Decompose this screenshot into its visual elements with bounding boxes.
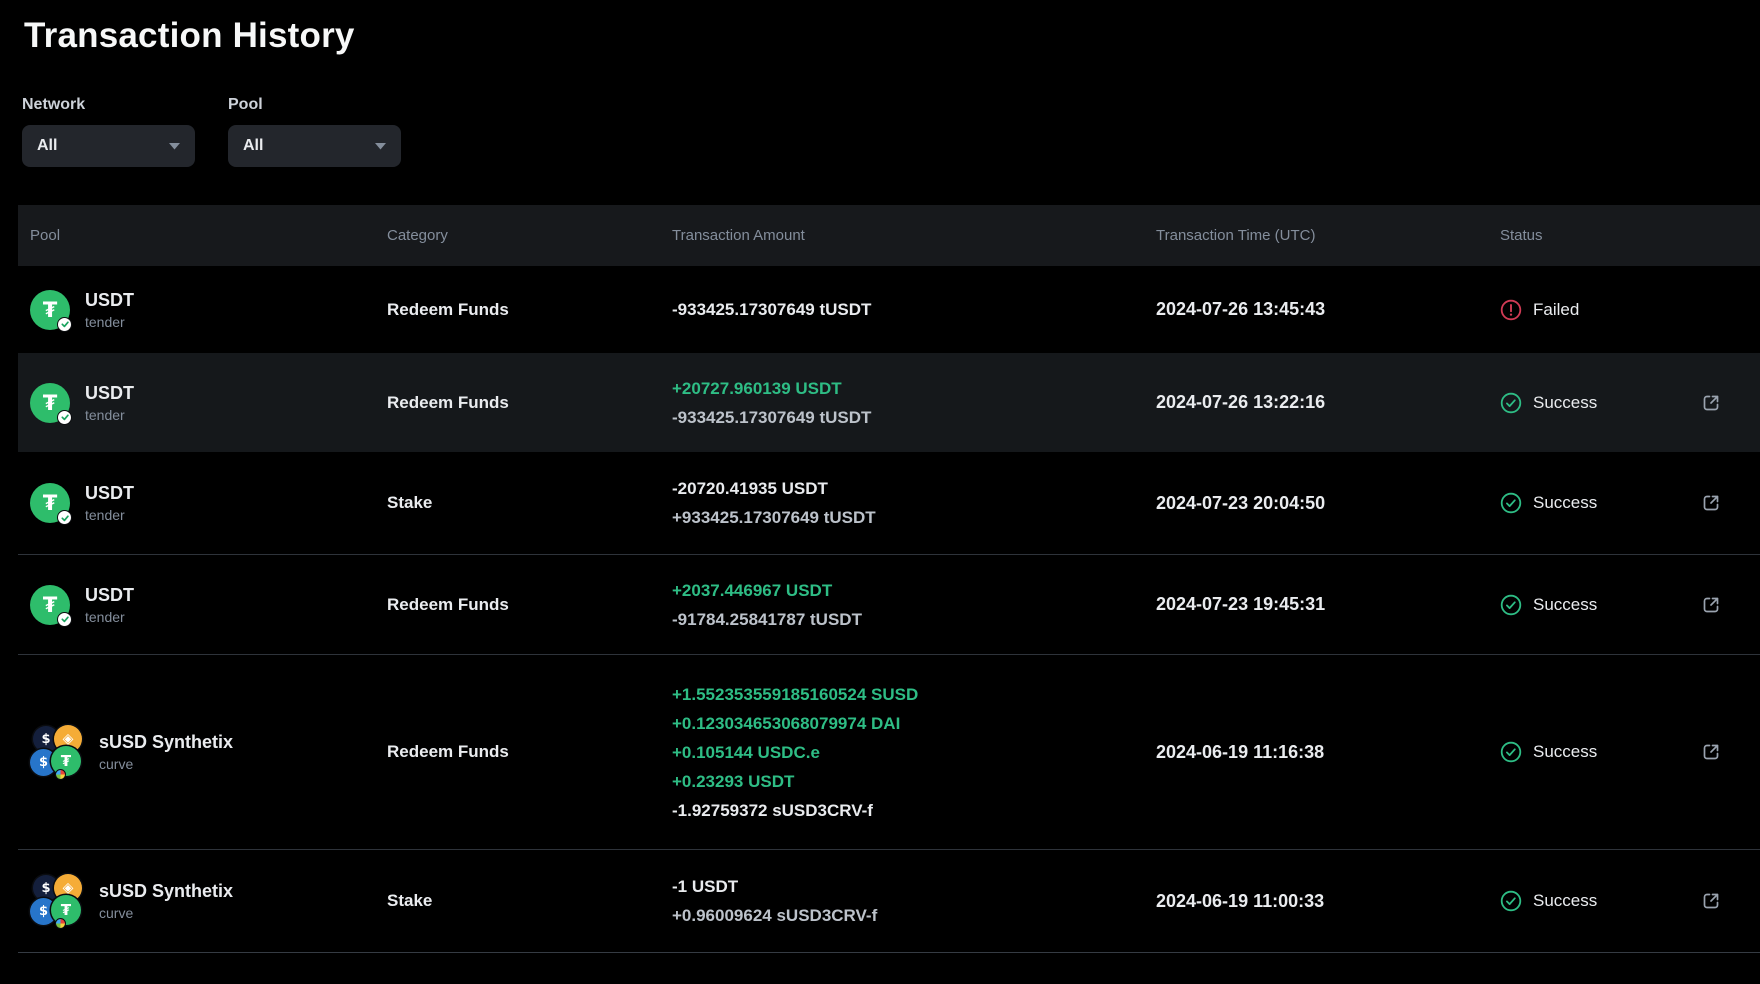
filters-bar: Network All Pool All [22, 96, 1760, 167]
tether-glyph: ₮ [43, 593, 58, 617]
success-icon [1500, 594, 1522, 616]
pool-platform: curve [99, 756, 233, 772]
category: Redeem Funds [387, 595, 672, 615]
amount-line: -91784.25841787 tUSDT [672, 605, 1156, 634]
usdt-coin-icon: ₮ [30, 383, 70, 423]
category: Redeem Funds [387, 742, 672, 762]
curve-badge-icon [55, 769, 66, 780]
chevron-down-icon [375, 143, 386, 150]
tether-glyph: ₮ [43, 491, 58, 515]
category: Stake [387, 493, 672, 513]
verified-badge-icon [57, 317, 72, 332]
external-link-icon[interactable] [1700, 492, 1722, 514]
pool-platform: tender [85, 314, 134, 330]
pool-select-value: All [243, 137, 263, 155]
transaction-time: 2024-07-26 13:45:43 [1156, 299, 1500, 320]
header-transaction-time: Transaction Time (UTC) [1156, 227, 1500, 244]
category: Stake [387, 891, 672, 911]
transaction-history-page: Transaction History Network All Pool All… [0, 0, 1760, 953]
table-row[interactable]: ₮ USDT tender Stake -20720.41935 USDT +9… [18, 452, 1760, 554]
status-label: Failed [1533, 300, 1579, 320]
pool-platform: tender [85, 609, 134, 625]
amount-line: +0.96009624 sUSD3CRV-f [672, 901, 1156, 930]
status-label: Success [1533, 742, 1597, 762]
success-icon [1500, 890, 1522, 912]
pool-name: sUSD Synthetix [99, 881, 233, 902]
amount-line: +0.123034653068079974 DAI [672, 709, 1156, 738]
header-pool: Pool [30, 227, 387, 244]
network-select[interactable]: All [22, 125, 195, 167]
amount-line: +2037.446967 USDT [672, 576, 1156, 605]
table-header-row: Pool Category Transaction Amount Transac… [18, 205, 1760, 266]
network-filter: Network All [22, 96, 195, 167]
header-category: Category [387, 227, 672, 244]
pool-name: USDT [85, 483, 134, 504]
pool-platform: tender [85, 407, 134, 423]
amount-line: -933425.17307649 tUSDT [672, 295, 1156, 324]
amount-line: -1.92759372 sUSD3CRV-f [672, 796, 1156, 825]
pool-name: sUSD Synthetix [99, 732, 233, 753]
success-icon [1500, 392, 1522, 414]
transaction-time: 2024-07-26 13:22:16 [1156, 392, 1500, 413]
amount-line: +0.105144 USDC.e [672, 738, 1156, 767]
pool-name: USDT [85, 585, 134, 606]
verified-badge-icon [57, 612, 72, 627]
amount-line: -1 USDT [672, 872, 1156, 901]
transaction-time: 2024-06-19 11:16:38 [1156, 742, 1500, 763]
category: Redeem Funds [387, 393, 672, 413]
page-title: Transaction History [18, 0, 1760, 56]
usdt-coin-icon: ₮ [30, 290, 70, 330]
network-select-value: All [37, 137, 57, 155]
verified-badge-icon [57, 410, 72, 425]
pool-platform: tender [85, 507, 134, 523]
chevron-down-icon [169, 143, 180, 150]
external-link-icon[interactable] [1700, 392, 1722, 414]
amount-line: -933425.17307649 tUSDT [672, 403, 1156, 432]
table-row[interactable]: ₮ USDT tender Redeem Funds +20727.960139… [18, 353, 1760, 452]
amount-line: +933425.17307649 tUSDT [672, 503, 1156, 532]
external-link-icon[interactable] [1700, 594, 1722, 616]
table-row[interactable]: ₮ USDT tender Redeem Funds -933425.17307… [18, 266, 1760, 353]
failed-icon [1500, 299, 1522, 321]
transaction-time: 2024-07-23 20:04:50 [1156, 493, 1500, 514]
amount-line: +0.23293 USDT [672, 767, 1156, 796]
transaction-time: 2024-07-23 19:45:31 [1156, 594, 1500, 615]
status-label: Success [1533, 393, 1597, 413]
amount-line: +20727.960139 USDT [672, 374, 1156, 403]
transactions-table: Pool Category Transaction Amount Transac… [18, 205, 1760, 953]
amount-line: -20720.41935 USDT [672, 474, 1156, 503]
table-row[interactable]: $ ◈ $ ₮ sUSD Synthetix curve Stake -1 US… [18, 849, 1760, 952]
status-label: Success [1533, 595, 1597, 615]
header-status: Status [1500, 227, 1700, 244]
pool-filter: Pool All [228, 96, 401, 167]
category: Redeem Funds [387, 300, 672, 320]
header-transaction-amount: Transaction Amount [672, 227, 1156, 244]
status-label: Success [1533, 891, 1597, 911]
tether-glyph: ₮ [43, 391, 58, 415]
table-row[interactable]: $ ◈ $ ₮ sUSD Synthetix curve Redeem Fund… [18, 654, 1760, 849]
table-row[interactable]: ₮ USDT tender Redeem Funds +2037.446967 … [18, 554, 1760, 654]
pool-platform: curve [99, 905, 233, 921]
usdt-coin-icon: ₮ [30, 585, 70, 625]
success-icon [1500, 741, 1522, 763]
external-link-icon[interactable] [1700, 890, 1722, 912]
pool-name: USDT [85, 290, 134, 311]
susd-synthetix-pool-icon: $ ◈ $ ₮ [30, 874, 84, 928]
success-icon [1500, 492, 1522, 514]
pool-select[interactable]: All [228, 125, 401, 167]
tether-glyph: ₮ [43, 298, 58, 322]
pool-filter-label: Pool [228, 96, 401, 114]
transaction-time: 2024-06-19 11:00:33 [1156, 891, 1500, 912]
verified-badge-icon [57, 510, 72, 525]
network-filter-label: Network [22, 96, 195, 114]
curve-badge-icon [55, 918, 66, 929]
status-label: Success [1533, 493, 1597, 513]
usdt-coin-icon: ₮ [30, 483, 70, 523]
pool-name: USDT [85, 383, 134, 404]
table-bottom-divider [18, 952, 1760, 953]
amount-line: +1.552353559185160524 SUSD [672, 680, 1156, 709]
external-link-icon[interactable] [1700, 741, 1722, 763]
susd-synthetix-pool-icon: $ ◈ $ ₮ [30, 725, 84, 779]
